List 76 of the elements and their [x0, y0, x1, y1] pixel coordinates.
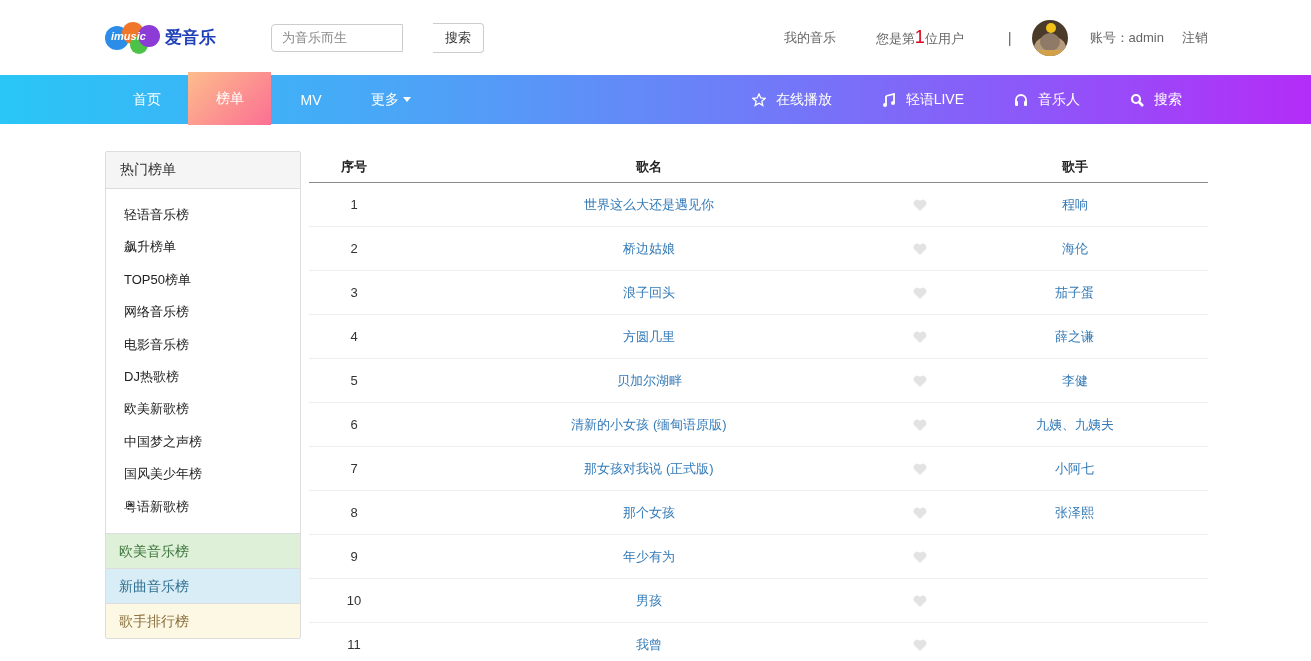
song-link[interactable]: 我曾: [636, 636, 662, 652]
chart-list-item[interactable]: 欧美音乐榜: [106, 533, 300, 569]
chart-list-item[interactable]: 新曲音乐榜: [106, 568, 300, 604]
search-button[interactable]: 搜索: [433, 22, 484, 53]
song-link[interactable]: 世界这么大还是遇见你: [584, 196, 714, 212]
song-link[interactable]: 年少有为: [623, 548, 675, 564]
nav-link[interactable]: 轻语LIVE: [881, 90, 964, 109]
separator-text: |: [1007, 29, 1012, 46]
heart-icon: [913, 550, 927, 563]
table-cell-text: 4: [349, 329, 359, 344]
chart-list-item[interactable]: 网络音乐榜: [106, 296, 300, 329]
table-cell-text: 11: [346, 637, 362, 652]
table-cell-text: 1: [349, 197, 359, 212]
table-cell-text: 2: [349, 241, 359, 256]
song-link[interactable]: 贝加尔湖畔: [616, 372, 682, 388]
singer-link[interactable]: 张泽熙: [1055, 504, 1094, 520]
logo-mark: imusic: [105, 20, 161, 55]
singer-link[interactable]: 茄子蛋: [1055, 284, 1094, 300]
logo-text: 爱音乐: [165, 27, 216, 49]
singer-link[interactable]: 薛之谦: [1055, 328, 1094, 344]
chart-list-item[interactable]: 欧美新歌榜: [106, 393, 300, 426]
singer-link[interactable]: 九姨、九姨夫: [1035, 416, 1114, 432]
chart-list-item[interactable]: 歌手排行榜: [106, 603, 300, 639]
table-cell-text: 8: [349, 505, 359, 520]
singer-link[interactable]: 小阿七: [1055, 460, 1094, 476]
singer-link[interactable]: 李健: [1061, 372, 1088, 388]
table-cell-text: 3: [349, 285, 359, 300]
song-link[interactable]: 清新的小女孩 (缅甸语原版): [571, 416, 727, 432]
song-link[interactable]: 那个女孩: [623, 504, 675, 520]
nav-link[interactable]: 音乐人: [1014, 90, 1080, 109]
chart-list-item[interactable]: 国风美少年榜: [106, 458, 300, 491]
table-cell-text: 10: [345, 593, 363, 608]
nav-link[interactable]: 搜索: [1130, 90, 1182, 109]
song-link[interactable]: 桥边姑娘: [623, 240, 675, 256]
column-header: 歌名: [635, 157, 663, 176]
headphones-icon: [1014, 92, 1028, 107]
chart-list-item[interactable]: DJ热歌榜: [106, 361, 300, 394]
chart-list-item[interactable]: TOP50榜单: [106, 263, 300, 297]
chart-list-item[interactable]: 飙升榜单: [106, 231, 300, 264]
chart-list-item[interactable]: 轻语音乐榜: [106, 199, 300, 232]
heart-icon: [913, 198, 927, 211]
heart-icon: [913, 462, 927, 475]
chart-list-item[interactable]: 粤语新歌榜: [106, 490, 300, 524]
heart-icon: [913, 330, 927, 343]
heart-icon: [913, 242, 927, 255]
heart-icon: [913, 638, 927, 651]
heart-icon: [913, 286, 927, 299]
song-link[interactable]: 浪子回头: [623, 284, 675, 300]
my-music-link[interactable]: 我的音乐: [783, 28, 836, 47]
search-icon: [1130, 92, 1144, 107]
table-cell-text: 5: [349, 373, 359, 388]
song-link[interactable]: 男孩: [636, 592, 662, 608]
nav-tab[interactable]: 更多: [351, 75, 431, 124]
user-count-text: 您是第1位用户: [875, 27, 964, 48]
table-cell-text: 7: [349, 461, 359, 476]
nav-link[interactable]: 在线播放: [751, 90, 832, 109]
song-link[interactable]: 那女孩对我说 (正式版): [584, 460, 714, 476]
heart-icon: [913, 418, 927, 431]
chart-list-item[interactable]: 电影音乐榜: [106, 328, 300, 362]
chart-list-item[interactable]: 中国梦之声榜: [106, 425, 300, 459]
logout-link[interactable]: 注销: [1182, 28, 1208, 47]
account-text: 账号：admin: [1089, 28, 1164, 47]
song-link[interactable]: 方圆几里: [623, 328, 675, 344]
table-cell-text: 9: [349, 549, 359, 564]
heart-icon: [913, 506, 927, 519]
table-cell-text: 6: [349, 417, 359, 432]
search-field[interactable]: 为音乐而生: [271, 23, 403, 52]
heart-icon: [913, 594, 927, 607]
panel-heading: 热门榜单: [106, 152, 300, 189]
singer-link[interactable]: 程响: [1061, 196, 1088, 212]
star-icon: [751, 92, 766, 107]
column-header: 歌手: [1060, 157, 1089, 176]
heart-icon: [913, 374, 927, 387]
singer-link[interactable]: 海伦: [1061, 240, 1088, 256]
music-note-icon: [881, 92, 896, 107]
column-header: 序号: [340, 157, 368, 176]
